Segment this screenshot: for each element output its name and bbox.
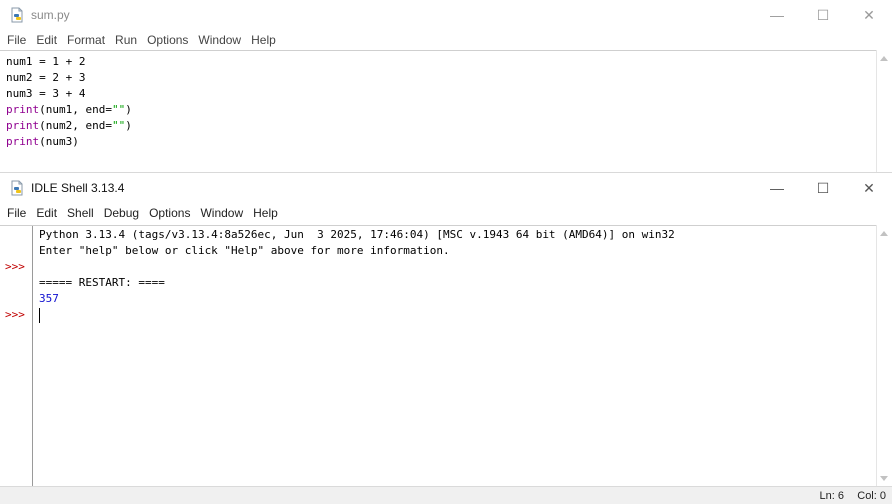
- code-token: (num2, end=: [39, 119, 112, 132]
- scroll-up-icon[interactable]: [880, 56, 888, 61]
- code-keyword: print: [6, 135, 40, 148]
- shell-line[interactable]: Python 3.13.4 (tags/v3.13.4:8a526ec, Jun…: [39, 227, 675, 243]
- minimize-button[interactable]: —: [754, 0, 800, 30]
- code-keyword: print: [6, 103, 40, 116]
- close-icon: ✕: [863, 6, 875, 23]
- minimize-button[interactable]: —: [754, 173, 800, 203]
- python-file-icon: [9, 7, 25, 23]
- menu-window[interactable]: Window: [193, 30, 246, 50]
- close-icon: ✕: [863, 179, 875, 196]
- code-token: ): [125, 119, 132, 132]
- shell-scrollbar[interactable]: [876, 225, 892, 487]
- shell-console[interactable]: >>> >>> Python 3.13.4 (tags/v3.13.4:8a526…: [0, 225, 876, 487]
- menu-window[interactable]: Window: [195, 203, 248, 223]
- code-string: "": [111, 103, 126, 116]
- menu-help[interactable]: Help: [246, 30, 281, 50]
- text-cursor: [39, 308, 40, 323]
- close-button[interactable]: ✕: [846, 173, 892, 203]
- column-number: Col: 0: [857, 490, 886, 502]
- editor-scrollbar[interactable]: [876, 50, 892, 172]
- menu-help[interactable]: Help: [248, 203, 283, 223]
- menu-options[interactable]: Options: [144, 203, 195, 223]
- scroll-down-icon[interactable]: [880, 476, 888, 481]
- maximize-icon: ☐: [816, 179, 830, 196]
- code-editor[interactable]: num1 = 1 + 2 num2 = 2 + 3 num3 = 3 + 4 prin…: [0, 50, 876, 172]
- menu-file[interactable]: File: [2, 30, 31, 50]
- line-number: Ln: 6: [819, 490, 844, 502]
- code-token: ): [125, 103, 132, 116]
- code-token: num3 = 3 + 4: [6, 87, 86, 100]
- code-line[interactable]: num2 = 2 + 3: [6, 70, 132, 86]
- code-line[interactable]: print(num1, end=""): [6, 102, 132, 118]
- shell-line[interactable]: [39, 307, 675, 323]
- code-string: "": [111, 119, 126, 132]
- menu-shell[interactable]: Shell: [62, 203, 99, 223]
- code-text[interactable]: num1 = 1 + 2 num2 = 2 + 3 num3 = 3 + 4 prin…: [6, 54, 132, 150]
- code-line[interactable]: num3 = 3 + 4: [6, 86, 132, 102]
- scroll-up-icon[interactable]: [880, 231, 888, 236]
- menu-run[interactable]: Run: [110, 30, 142, 50]
- maximize-button[interactable]: ☐: [800, 173, 846, 203]
- maximize-icon: ☐: [816, 6, 830, 23]
- menu-format[interactable]: Format: [62, 30, 110, 50]
- shell-titlebar[interactable]: IDLE Shell 3.13.4 — ☐ ✕: [0, 173, 892, 203]
- code-line[interactable]: print(num3): [6, 134, 132, 150]
- code-token: (num1, end=: [39, 103, 112, 116]
- menu-edit[interactable]: Edit: [31, 203, 62, 223]
- editor-menubar: File Edit Format Run Options Window Help: [0, 30, 892, 50]
- editor-title: sum.py: [31, 8, 70, 22]
- code-token: num1 = 1 + 2: [6, 55, 86, 68]
- shell-line[interactable]: ===== RESTART: ====: [39, 275, 675, 291]
- code-line[interactable]: print(num2, end=""): [6, 118, 132, 134]
- menu-file[interactable]: File: [2, 203, 31, 223]
- minimize-icon: —: [770, 180, 784, 196]
- shell-line[interactable]: Enter "help" below or click "Help" above…: [39, 243, 675, 259]
- shell-output[interactable]: Python 3.13.4 (tags/v3.13.4:8a526ec, Jun…: [39, 227, 675, 323]
- code-keyword: print: [6, 119, 40, 132]
- editor-window: sum.py — ☐ ✕ File Edit Format Run Option…: [0, 0, 892, 172]
- code-token: num2 = 2 + 3: [6, 71, 86, 84]
- shell-title: IDLE Shell 3.13.4: [31, 181, 125, 195]
- menu-edit[interactable]: Edit: [31, 30, 62, 50]
- code-token: (num3): [39, 135, 79, 148]
- python-shell-icon: [9, 180, 25, 196]
- menu-options[interactable]: Options: [142, 30, 193, 50]
- shell-window: IDLE Shell 3.13.4 — ☐ ✕ File Edit Shell …: [0, 172, 892, 504]
- editor-titlebar[interactable]: sum.py — ☐ ✕: [0, 0, 892, 30]
- shell-prompt: >>>: [5, 260, 25, 273]
- shell-output-line[interactable]: 357: [39, 291, 675, 307]
- prompt-gutter: >>> >>>: [0, 226, 33, 487]
- minimize-icon: —: [770, 7, 784, 23]
- status-bar: Ln: 6 Col: 0: [0, 486, 892, 504]
- maximize-button[interactable]: ☐: [800, 0, 846, 30]
- shell-line[interactable]: [39, 259, 675, 275]
- shell-menubar: File Edit Shell Debug Options Window Hel…: [0, 203, 892, 223]
- code-line[interactable]: num1 = 1 + 2: [6, 54, 132, 70]
- close-button[interactable]: ✕: [846, 0, 892, 30]
- shell-prompt: >>>: [5, 308, 25, 321]
- menu-debug[interactable]: Debug: [99, 203, 144, 223]
